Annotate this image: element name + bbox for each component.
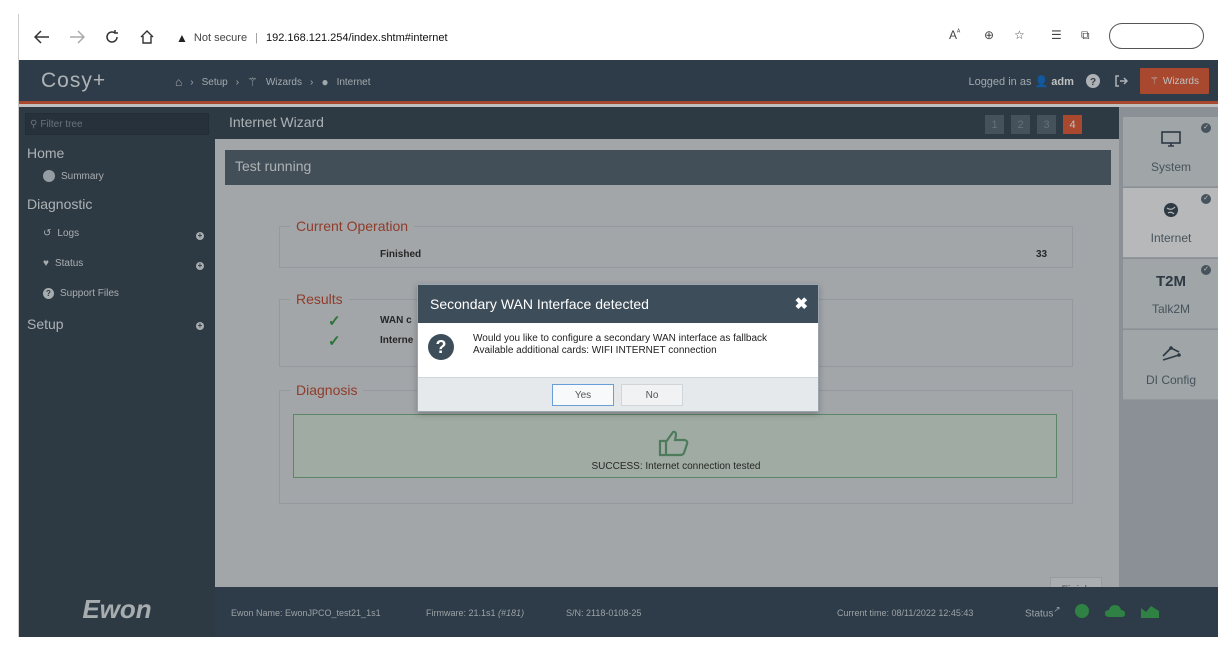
no-button[interactable]: No (621, 384, 683, 406)
url-text: 192.168.121.254/index.shtm#internet (265, 32, 448, 44)
secondary-wan-dialog: Secondary WAN Interface detected ✖ ? Wou… (417, 284, 819, 412)
browser-window: ▲ Not secure | 192.168.121.254/index.sht… (18, 14, 1218, 637)
not-secure-label: Not secure (193, 32, 248, 44)
dialog-message-line1: Would you like to configure a secondary … (473, 333, 768, 344)
dialog-title: Secondary WAN Interface detected (430, 296, 649, 312)
dialog-footer: Yes No (418, 377, 818, 411)
favorites-list-icon[interactable]: ☰ (1051, 28, 1062, 42)
forward-icon[interactable] (66, 26, 88, 48)
back-icon[interactable] (31, 26, 53, 48)
dialog-header: Secondary WAN Interface detected (418, 285, 818, 323)
profile-button[interactable] (1109, 23, 1204, 49)
refresh-icon[interactable] (101, 26, 123, 48)
favorite-icon[interactable]: ☆ (1014, 28, 1025, 42)
read-aloud-icon[interactable]: Aᴬ (949, 28, 960, 42)
warning-icon: ▲ (176, 31, 188, 45)
collections-icon[interactable]: ⧉ (1081, 28, 1090, 43)
home-icon[interactable] (136, 26, 158, 48)
address-bar[interactable]: ▲ Not secure | 192.168.121.254/index.sht… (176, 28, 448, 48)
yes-button[interactable]: Yes (552, 384, 614, 406)
zoom-icon[interactable]: ⊕ (984, 28, 994, 42)
question-icon: ? (428, 334, 454, 360)
dialog-message-line2: Available additional cards: WIFI INTERNE… (473, 345, 717, 356)
browser-toolbar: ▲ Not secure | 192.168.121.254/index.sht… (19, 14, 1218, 60)
url-separator: | (255, 32, 258, 44)
close-icon[interactable]: ✖ (795, 294, 808, 314)
